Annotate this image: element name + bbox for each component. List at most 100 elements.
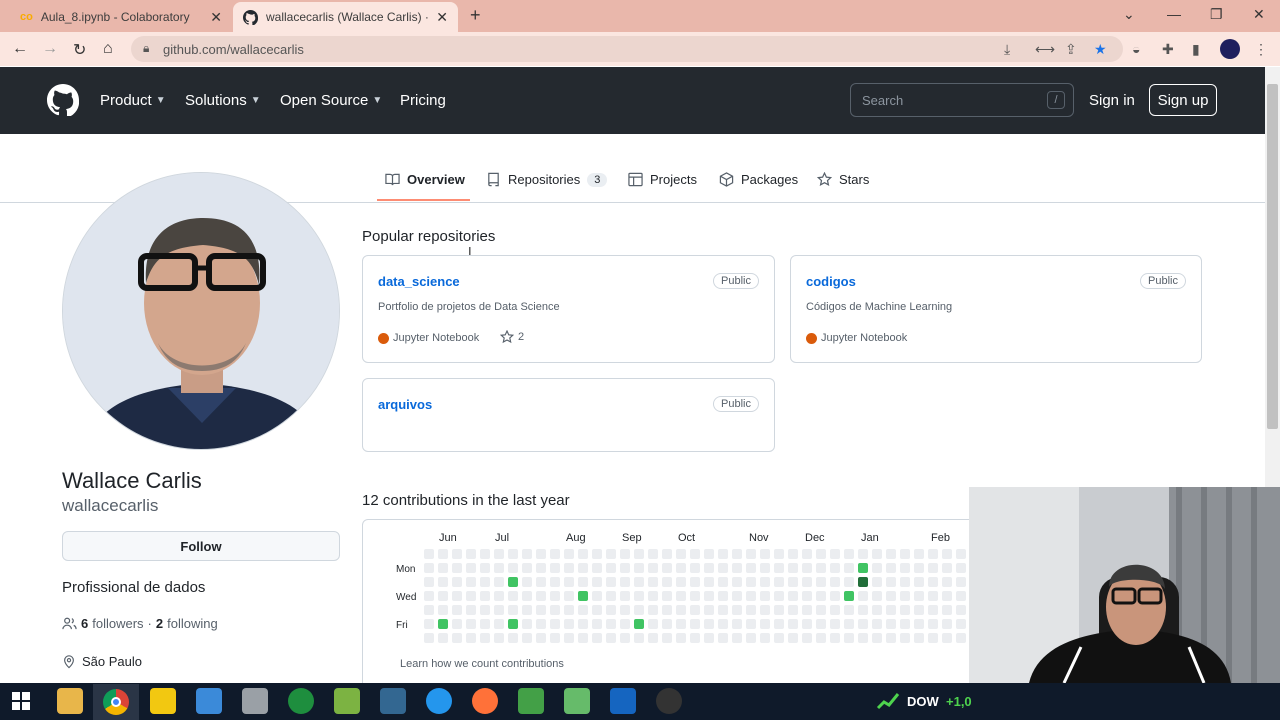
reload-icon[interactable]: ↻ — [73, 40, 86, 60]
contribution-cell[interactable] — [648, 549, 658, 559]
contribution-cell[interactable] — [816, 633, 826, 643]
contribution-cell[interactable] — [662, 633, 672, 643]
contribution-cell[interactable] — [634, 577, 644, 587]
contribution-cell[interactable] — [592, 577, 602, 587]
contribution-cell[interactable] — [844, 591, 854, 601]
contribution-cell[interactable] — [928, 577, 938, 587]
contribution-cell[interactable] — [480, 549, 490, 559]
contribution-cell[interactable] — [690, 591, 700, 601]
contribution-cell[interactable] — [690, 633, 700, 643]
contribution-cell[interactable] — [620, 605, 630, 615]
contribution-cell[interactable] — [536, 591, 546, 601]
contribution-cell[interactable] — [914, 577, 924, 587]
contribution-cell[interactable] — [494, 633, 504, 643]
contribution-cell[interactable] — [522, 591, 532, 601]
contribution-cell[interactable] — [858, 577, 868, 587]
contribution-cell[interactable] — [928, 549, 938, 559]
contribution-cell[interactable] — [438, 591, 448, 601]
contribution-cell[interactable] — [704, 549, 714, 559]
contribution-cell[interactable] — [830, 605, 840, 615]
contribution-cell[interactable] — [774, 577, 784, 587]
contribution-cell[interactable] — [648, 591, 658, 601]
contribution-cell[interactable] — [438, 605, 448, 615]
contribution-cell[interactable] — [774, 619, 784, 629]
install-icon[interactable]: ⤓ — [1004, 41, 1010, 58]
contribution-cell[interactable] — [676, 549, 686, 559]
following-link[interactable]: following — [167, 616, 218, 631]
side-panel-icon[interactable]: ▮ — [1192, 41, 1200, 58]
close-tab-icon[interactable]: ✕ — [436, 9, 448, 26]
contribution-cell[interactable] — [704, 577, 714, 587]
contribution-cell[interactable] — [690, 577, 700, 587]
browser-tab-colab[interactable]: co Aula_8.ipynb - Colaboratory ✕ — [10, 2, 232, 32]
contribution-cell[interactable] — [760, 563, 770, 573]
contribution-cell[interactable] — [550, 633, 560, 643]
contribution-cell[interactable] — [676, 563, 686, 573]
contribution-cell[interactable] — [606, 605, 616, 615]
following-count[interactable]: 2 — [156, 616, 163, 631]
contribution-cell[interactable] — [550, 619, 560, 629]
contribution-cell[interactable] — [802, 605, 812, 615]
contribution-cell[interactable] — [438, 633, 448, 643]
contribution-cell[interactable] — [564, 605, 574, 615]
contribution-cell[interactable] — [844, 549, 854, 559]
contribution-cell[interactable] — [578, 605, 588, 615]
contribution-cell[interactable] — [718, 563, 728, 573]
contribution-cell[interactable] — [816, 591, 826, 601]
forward-icon[interactable]: → — [42, 40, 58, 58]
contribution-cell[interactable] — [494, 605, 504, 615]
contribution-cell[interactable] — [760, 619, 770, 629]
contribution-cell[interactable] — [648, 563, 658, 573]
contribution-cell[interactable] — [928, 591, 938, 601]
translate-icon[interactable]: ⟷ — [1035, 41, 1055, 58]
contribution-cell[interactable] — [424, 549, 434, 559]
contribution-cell[interactable] — [564, 549, 574, 559]
contribution-cell[interactable] — [886, 577, 896, 587]
contribution-cell[interactable] — [578, 591, 588, 601]
contribution-cell[interactable] — [858, 563, 868, 573]
contribution-cell[interactable] — [844, 605, 854, 615]
contribution-cell[interactable] — [788, 605, 798, 615]
contribution-cell[interactable] — [844, 563, 854, 573]
contribution-cell[interactable] — [788, 563, 798, 573]
sign-up-button[interactable]: Sign up — [1149, 84, 1217, 116]
contribution-cell[interactable] — [522, 549, 532, 559]
contribution-cell[interactable] — [438, 549, 448, 559]
contribution-cell[interactable] — [830, 563, 840, 573]
contribution-cell[interactable] — [550, 563, 560, 573]
contribution-cell[interactable] — [424, 591, 434, 601]
contribution-cell[interactable] — [452, 577, 462, 587]
app-icon[interactable] — [196, 688, 222, 714]
contribution-cell[interactable] — [564, 619, 574, 629]
contribution-cell[interactable] — [872, 591, 882, 601]
contribution-cell[interactable] — [886, 549, 896, 559]
contribution-cell[interactable] — [886, 591, 896, 601]
contribution-cell[interactable] — [508, 605, 518, 615]
contribution-cell[interactable] — [914, 549, 924, 559]
contribution-cell[interactable] — [522, 563, 532, 573]
contribution-cell[interactable] — [466, 605, 476, 615]
contribution-cell[interactable] — [438, 563, 448, 573]
contribution-cell[interactable] — [844, 619, 854, 629]
contribution-cell[interactable] — [746, 591, 756, 601]
contribution-cell[interactable] — [774, 563, 784, 573]
contribution-cell[interactable] — [606, 549, 616, 559]
contribution-cell[interactable] — [466, 619, 476, 629]
share-icon[interactable]: ⇪ — [1065, 41, 1077, 58]
contribution-cell[interactable] — [550, 549, 560, 559]
contribution-cell[interactable] — [494, 591, 504, 601]
contribution-cell[interactable] — [830, 619, 840, 629]
contribution-cell[interactable] — [872, 619, 882, 629]
contribution-cell[interactable] — [844, 577, 854, 587]
contribution-cell[interactable] — [746, 619, 756, 629]
nav-product[interactable]: Product ▼ — [100, 92, 166, 109]
contribution-cell[interactable] — [732, 605, 742, 615]
contribution-cell[interactable] — [564, 563, 574, 573]
follow-button[interactable]: Follow — [62, 531, 340, 561]
contribution-cell[interactable] — [634, 633, 644, 643]
contribution-cell[interactable] — [424, 605, 434, 615]
repo-stars[interactable]: 2 — [500, 330, 524, 344]
database-icon[interactable] — [242, 688, 268, 714]
contribution-cell[interactable] — [620, 577, 630, 587]
tab-projects[interactable]: Projects — [628, 172, 697, 187]
